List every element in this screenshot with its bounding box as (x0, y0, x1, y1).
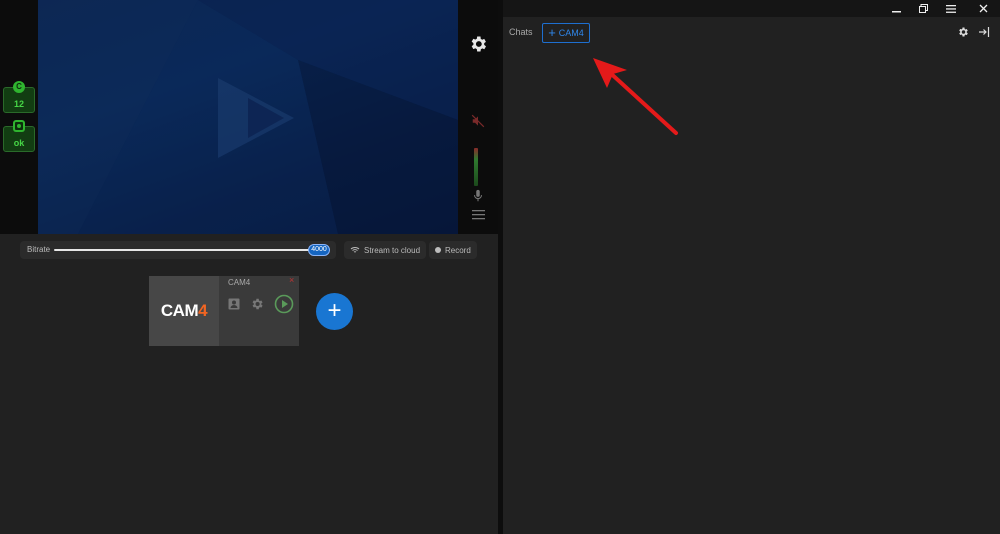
close-icon[interactable]: × (289, 275, 294, 285)
audio-level-meter (474, 148, 478, 186)
stream-to-cloud-button[interactable]: Stream to cloud (344, 241, 427, 259)
gear-icon[interactable] (465, 33, 491, 55)
health-value: ok (13, 138, 25, 148)
add-stream-button[interactable]: + (316, 293, 353, 330)
credits-icon: C (13, 81, 25, 93)
record-label: Record (445, 245, 471, 255)
wifi-icon (350, 247, 360, 253)
annotation-arrow-icon (593, 58, 678, 135)
health-icon (13, 120, 25, 132)
health-status[interactable]: ok (3, 120, 35, 152)
restore-icon[interactable] (908, 0, 938, 17)
status-strip: C 12 ok (0, 0, 38, 234)
broadcast-pane: C 12 ok Bitrate 4000 Stream to cloud Rec… (0, 0, 498, 534)
hamburger-menu-icon[interactable] (936, 0, 966, 17)
record-icon (435, 247, 441, 253)
chats-label: Chats (509, 27, 533, 37)
play-icon[interactable] (273, 293, 295, 315)
mic-icon[interactable] (470, 188, 486, 204)
settings-icon[interactable] (249, 296, 265, 312)
cam4-logo: CAM 4 (149, 276, 219, 346)
video-preview (38, 0, 458, 234)
menu-icon[interactable] (470, 208, 486, 222)
minimize-icon[interactable] (881, 0, 911, 17)
exit-icon[interactable] (977, 25, 991, 39)
bitrate-control: Bitrate 4000 (20, 241, 336, 259)
add-chat-label: CAM4 (558, 28, 584, 38)
chat-settings-icon[interactable] (956, 25, 970, 39)
app-window: C 12 ok Bitrate 4000 Stream to cloud Rec… (0, 0, 1000, 534)
contact-icon[interactable] (227, 297, 241, 311)
stream-card[interactable]: CAM 4 CAM4 × (149, 275, 299, 346)
plus-icon: + (548, 25, 556, 40)
stream-card-title: CAM4 (228, 278, 251, 287)
stream-to-cloud-label: Stream to cloud (364, 245, 421, 255)
add-chat-button[interactable]: + CAM4 (542, 23, 590, 43)
window-close-icon[interactable] (968, 0, 998, 17)
mute-icon[interactable] (470, 113, 486, 129)
preview-side-controls (458, 0, 498, 234)
bitrate-value[interactable]: 4000 (308, 244, 330, 256)
credits-value: 12 (13, 99, 24, 109)
record-button[interactable]: Record (429, 241, 477, 259)
credits-status[interactable]: C 12 (3, 81, 35, 113)
chats-pane: Chats + CAM4 (503, 0, 1000, 534)
bitrate-slider[interactable] (54, 249, 310, 251)
title-bar (503, 0, 1000, 17)
preview-background (38, 0, 458, 234)
bitrate-label: Bitrate (27, 245, 51, 254)
